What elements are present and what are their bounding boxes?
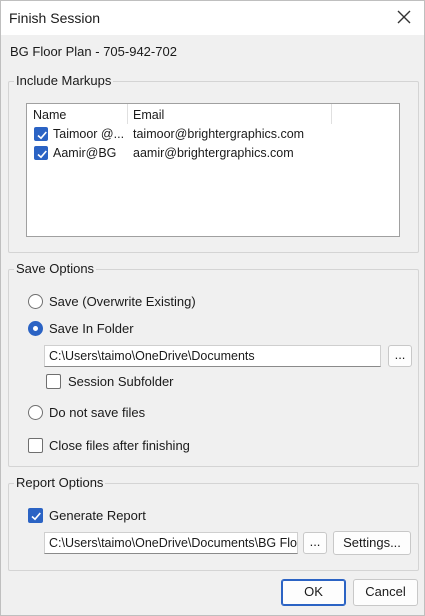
markups-list-header: Name Email xyxy=(27,104,399,124)
ok-button[interactable]: OK xyxy=(281,579,346,606)
list-item[interactable]: Aamir@BG aamir@brightergraphics.com xyxy=(27,144,399,163)
save-in-folder-label[interactable]: Save In Folder xyxy=(49,321,134,336)
close-icon xyxy=(397,10,411,24)
generate-report-label[interactable]: Generate Report xyxy=(49,508,146,523)
cancel-button[interactable]: Cancel xyxy=(353,579,418,606)
markup-email: taimoor@brightergraphics.com xyxy=(133,127,305,141)
finish-session-dialog: Finish Session BG Floor Plan - 705-942-7… xyxy=(0,0,425,616)
do-not-save-label[interactable]: Do not save files xyxy=(49,405,145,420)
row-checkbox[interactable] xyxy=(34,127,48,141)
column-separator xyxy=(127,104,128,124)
row-checkbox[interactable] xyxy=(34,146,48,160)
save-in-folder-radio[interactable] xyxy=(28,321,43,336)
checkmark-icon xyxy=(37,131,47,140)
markups-list[interactable]: Name Email Taimoor @... taimoor@brighter… xyxy=(26,103,400,237)
save-overwrite-radio[interactable] xyxy=(28,294,43,309)
save-overwrite-label[interactable]: Save (Overwrite Existing) xyxy=(49,294,196,309)
window-title: Finish Session xyxy=(9,10,101,26)
markup-name: Taimoor @... xyxy=(53,127,125,141)
close-files-checkbox[interactable] xyxy=(28,438,43,453)
save-options-label: Save Options xyxy=(14,261,97,276)
report-path-field[interactable]: C:\Users\taimo\OneDrive\Documents\BG Flo xyxy=(44,532,298,554)
title-bar: Finish Session xyxy=(1,1,424,35)
column-separator xyxy=(331,104,332,124)
markup-email: aamir@brightergraphics.com xyxy=(133,146,294,160)
generate-report-checkbox[interactable] xyxy=(28,508,43,523)
close-files-label[interactable]: Close files after finishing xyxy=(49,438,190,453)
close-button[interactable] xyxy=(392,5,418,31)
checkmark-icon xyxy=(31,512,41,521)
include-markups-label: Include Markups xyxy=(14,73,114,88)
column-header-name[interactable]: Name xyxy=(33,108,66,122)
checkmark-icon xyxy=(37,150,47,159)
browse-report-button[interactable]: ... xyxy=(303,532,327,554)
markup-name: Aamir@BG xyxy=(53,146,117,160)
do-not-save-radio[interactable] xyxy=(28,405,43,420)
browse-folder-button[interactable]: ... xyxy=(388,345,412,367)
session-subfolder-label[interactable]: Session Subfolder xyxy=(68,374,174,389)
report-options-group: Report Options xyxy=(8,475,419,571)
folder-path-field[interactable]: C:\Users\taimo\OneDrive\Documents xyxy=(44,345,381,367)
report-options-label: Report Options xyxy=(14,475,106,490)
column-header-email[interactable]: Email xyxy=(133,108,164,122)
document-title: BG Floor Plan - 705-942-702 xyxy=(10,44,177,59)
settings-button[interactable]: Settings... xyxy=(333,531,411,555)
session-subfolder-checkbox[interactable] xyxy=(46,374,61,389)
list-item[interactable]: Taimoor @... taimoor@brightergraphics.co… xyxy=(27,125,399,144)
